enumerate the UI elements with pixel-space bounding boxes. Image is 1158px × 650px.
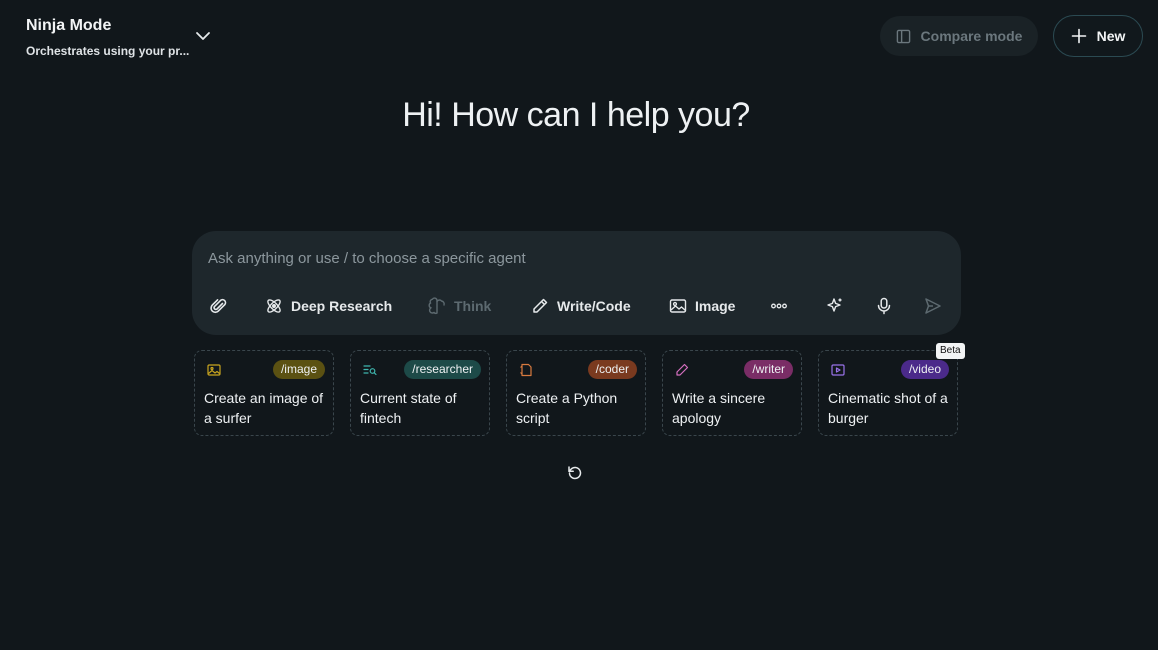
enhance-prompt-button[interactable] xyxy=(826,291,844,321)
suggestion-card-video[interactable]: /video Cinematic shot of a burger xyxy=(818,350,958,436)
card-tag: /coder xyxy=(587,360,637,379)
composer: Deep Research Think Write/Code Image xyxy=(192,231,961,335)
image-icon xyxy=(669,299,687,313)
sparkle-icon xyxy=(827,298,842,312)
deep-research-label: Deep Research xyxy=(291,298,393,314)
card-text: Create a Python script xyxy=(516,390,618,426)
voice-input-button[interactable] xyxy=(875,291,893,321)
send-icon xyxy=(925,298,941,314)
compare-mode-button[interactable]: Compare mode xyxy=(880,16,1038,56)
brain-icon xyxy=(428,297,445,314)
more-dots-icon xyxy=(771,303,787,309)
paperclip-icon xyxy=(210,298,227,314)
write-code-label: Write/Code xyxy=(557,298,631,314)
video-icon xyxy=(831,364,845,376)
suggestion-card-image[interactable]: /image Create an image of a surfer xyxy=(194,350,334,436)
card-text: Create an image of a surfer xyxy=(204,390,324,426)
suggestion-card-coder[interactable]: /coder Create a Python script xyxy=(506,350,646,436)
pencil-icon xyxy=(533,298,548,313)
greeting-heading: Hi! How can I help you? xyxy=(402,96,750,134)
plus-icon xyxy=(1071,28,1086,44)
refresh-icon[interactable] xyxy=(566,464,584,482)
card-text: Cinematic shot of a burger xyxy=(828,390,948,426)
prompt-input[interactable] xyxy=(208,245,928,271)
card-tag: /researcher xyxy=(404,360,481,379)
atom-icon xyxy=(267,299,281,313)
attach-button[interactable] xyxy=(210,291,228,321)
card-tag: /writer xyxy=(744,360,793,379)
mode-selector[interactable]: Ninja Mode Orchestrates using your pr... xyxy=(26,15,226,63)
card-tag: /image xyxy=(272,360,325,379)
deep-research-button[interactable]: Deep Research xyxy=(265,291,392,321)
mode-subtitle: Orchestrates using your pr... xyxy=(26,44,190,58)
chevron-down-icon[interactable] xyxy=(194,27,212,45)
new-chat-button[interactable]: New xyxy=(1053,15,1143,57)
card-text: Write a sincere apology xyxy=(672,390,766,426)
code-icon xyxy=(520,363,532,377)
compare-mode-label: Compare mode xyxy=(920,28,1023,44)
suggestion-card-writer[interactable]: /writer Write a sincere apology xyxy=(662,350,802,436)
suggestion-card-researcher[interactable]: /researcher Current state of fintech xyxy=(350,350,490,436)
split-panel-icon xyxy=(896,29,910,43)
image-icon xyxy=(207,364,221,376)
send-button[interactable] xyxy=(924,291,942,321)
microphone-icon xyxy=(877,297,891,315)
search-list-icon xyxy=(363,365,377,376)
think-button[interactable]: Think xyxy=(428,291,491,321)
card-tag: /video xyxy=(900,360,949,379)
write-code-button[interactable]: Write/Code xyxy=(531,291,631,321)
image-label: Image xyxy=(695,298,736,314)
new-chat-label: New xyxy=(1096,28,1126,44)
composer-toolbar: Deep Research Think Write/Code Image xyxy=(192,291,961,321)
image-button[interactable]: Image xyxy=(669,291,735,321)
think-label: Think xyxy=(454,298,492,314)
beta-badge: Beta xyxy=(936,343,965,359)
card-text: Current state of fintech xyxy=(360,390,457,426)
more-tools-button[interactable] xyxy=(770,291,788,321)
pencil-icon xyxy=(676,363,689,376)
